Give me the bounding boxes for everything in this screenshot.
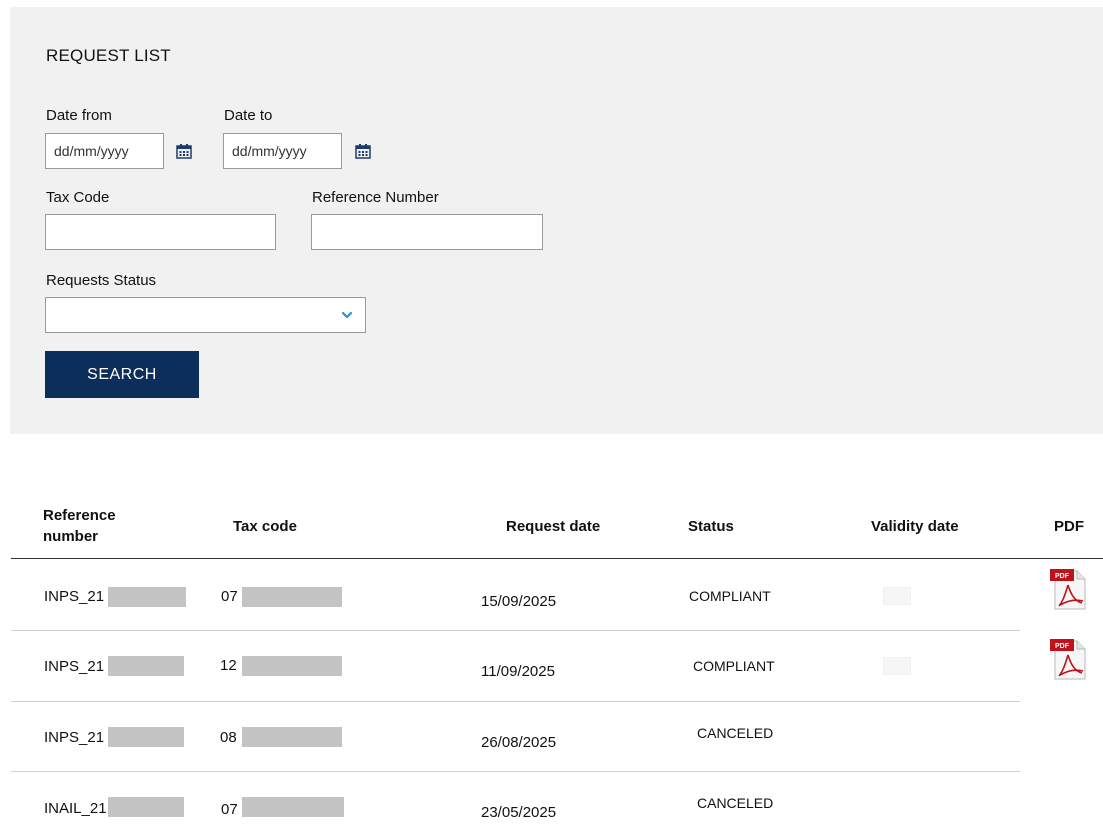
col-header-reference-number: Reference number [43, 505, 116, 547]
page-title: REQUEST LIST [46, 46, 171, 65]
date-from-label: Date from [46, 107, 112, 124]
tax-code-input[interactable] [45, 214, 276, 250]
svg-text:PDF: PDF [1055, 643, 1070, 650]
redacted-block [242, 797, 344, 817]
tax-code-label: Tax Code [46, 189, 110, 206]
cell-status: CANCELED [697, 795, 774, 811]
cell-reference-number: INPS_21 [44, 729, 105, 746]
cell-tax-code: 07 [221, 801, 238, 818]
date-from-input[interactable] [45, 133, 164, 169]
cell-request-date: 11/09/2025 [481, 663, 555, 680]
col-header-request-date: Request date [506, 518, 601, 535]
row-divider [11, 701, 1020, 702]
reference-number-label: Reference Number [312, 189, 439, 206]
pdf-icon[interactable]: PDF [1049, 637, 1089, 681]
requests-status-label: Requests Status [46, 272, 157, 289]
redacted-block [242, 727, 342, 747]
svg-text:PDF: PDF [1055, 573, 1070, 580]
date-to-label: Date to [224, 107, 273, 124]
redacted-block [242, 587, 342, 607]
cell-reference-number: INPS_21 [44, 588, 105, 605]
pdf-icon[interactable]: PDF [1049, 567, 1089, 611]
col-header-validity-date: Validity date [871, 518, 959, 535]
cell-status: CANCELED [697, 725, 774, 741]
col-header-reference-line1: Reference [43, 507, 116, 524]
redacted-block [108, 656, 184, 676]
col-header-status: Status [688, 518, 734, 535]
row-divider [11, 771, 1020, 772]
cell-request-date: 15/09/2025 [481, 593, 557, 610]
search-button[interactable]: SEARCH [45, 351, 199, 398]
calendar-icon[interactable] [355, 143, 371, 159]
validity-placeholder [883, 587, 911, 605]
row-divider [11, 630, 1020, 631]
cell-request-date: 26/08/2025 [481, 734, 557, 751]
col-header-pdf: PDF [1054, 518, 1084, 535]
redacted-block [242, 656, 342, 676]
redacted-block [108, 587, 186, 607]
requests-status-select[interactable] [45, 297, 366, 333]
date-to-input[interactable] [223, 133, 342, 169]
cell-tax-code: 07 [221, 588, 238, 605]
redacted-block [108, 797, 184, 817]
cell-tax-code: 08 [220, 729, 237, 746]
col-header-reference-line2: number [43, 528, 99, 545]
table-header-divider [11, 558, 1103, 559]
col-header-tax-code: Tax code [233, 518, 297, 535]
cell-reference-number: INAIL_21 [44, 800, 107, 817]
cell-status: COMPLIANT [693, 658, 775, 674]
chevron-down-icon [341, 311, 353, 319]
redacted-block [108, 727, 184, 747]
cell-request-date: 23/05/2025 [481, 804, 557, 821]
reference-number-input[interactable] [311, 214, 543, 250]
cell-status: COMPLIANT [689, 588, 771, 604]
calendar-icon[interactable] [176, 143, 192, 159]
validity-placeholder [883, 657, 911, 675]
cell-reference-number: INPS_21 [44, 658, 105, 675]
cell-tax-code: 12 [220, 657, 237, 674]
